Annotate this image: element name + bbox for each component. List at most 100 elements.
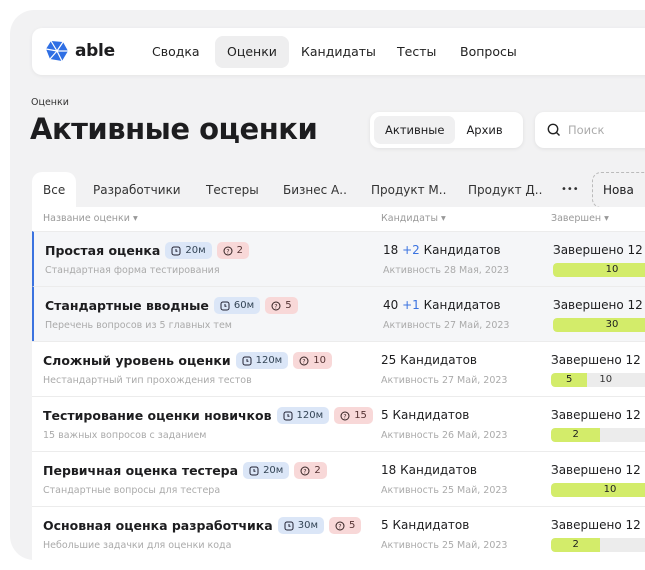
tab-product-m[interactable]: Продукт М.. — [360, 172, 457, 208]
table-row[interactable]: Сложный уровень оценки 120м ? 10 Нестанда… — [32, 341, 645, 396]
duration-badge: 20м — [165, 242, 212, 259]
duration-badge: 120м — [276, 407, 330, 424]
questions-badge: ? 2 — [294, 462, 327, 479]
progress-fill: 2 — [551, 428, 601, 442]
duration-badge: 120м — [235, 352, 289, 369]
brand-name: able — [75, 41, 115, 61]
progress-fill: 10 — [553, 263, 645, 277]
clock-icon — [283, 411, 293, 420]
assessment-name: Основная оценка разработчика 30м ? 5 — [43, 517, 362, 534]
activity-date: Активность 26 Май, 2023 — [381, 430, 508, 441]
nav-assessments[interactable]: Оценки — [215, 36, 289, 68]
progress-bar: 2 — [551, 538, 645, 552]
clock-icon — [242, 356, 252, 365]
svg-text:?: ? — [275, 303, 278, 310]
question-icon: ? — [335, 521, 345, 530]
progress-bar: 5 10 — [551, 373, 645, 387]
category-tabs: Все Разработчики Тестеры Бизнес А.. Прод… — [32, 172, 645, 208]
completed-label: Завершено 12 — [553, 298, 643, 312]
svg-text:?: ? — [338, 523, 341, 530]
progress-fill: 5 — [551, 373, 588, 387]
progress-rest — [600, 428, 612, 442]
progress-bar: 30 — [553, 318, 645, 332]
duration-badge: 20м — [243, 462, 290, 479]
assessment-description: Стандартные вопросы для тестера — [43, 485, 221, 496]
assessment-description: Стандартная форма тестирования — [45, 265, 220, 276]
progress-bar: 2 — [551, 428, 645, 442]
assessment-description: Перечень вопросов из 5 главных тем — [45, 320, 232, 331]
question-icon: ? — [299, 356, 309, 365]
table-row[interactable]: Простая оценка 20м ? 2 Стандартная форма … — [32, 231, 645, 286]
progress-fill: 10 — [551, 483, 645, 497]
questions-badge: ? 15 — [334, 407, 373, 424]
assessment-name: Простая оценка 20м ? 2 — [45, 242, 250, 259]
header-candidates[interactable]: Кандидаты ▾ — [381, 213, 446, 224]
new-tab-button[interactable]: Нова — [592, 172, 645, 208]
app-window: able Сводка Оценки Кандидаты Тесты Вопро… — [10, 10, 645, 560]
table-row[interactable]: Тестирование оценки новичков 120м ? 15 15… — [32, 396, 645, 451]
progress-bar: 10 — [553, 263, 645, 277]
candidates-count: 40 +1 Кандидатов — [383, 298, 501, 312]
questions-badge: ? 5 — [329, 517, 362, 534]
candidates-count: 5 Кандидатов — [381, 408, 470, 422]
question-icon: ? — [223, 246, 233, 255]
questions-badge: ? 5 — [265, 297, 298, 314]
assessment-description: 15 важных вопросов с заданием — [43, 430, 207, 441]
logo[interactable]: able — [45, 39, 115, 63]
more-tabs-icon[interactable]: ••• — [550, 172, 590, 208]
toggle-archive[interactable]: Архив — [455, 116, 513, 144]
activity-date: Активность 28 Мая, 2023 — [383, 265, 510, 276]
candidates-count: 18 +2 Кандидатов — [383, 243, 501, 257]
tab-product-d[interactable]: Продукт Д.. — [457, 172, 553, 208]
progress-rest — [600, 538, 612, 552]
nav-questions[interactable]: Вопросы — [448, 36, 529, 68]
duration-badge: 30м — [277, 517, 324, 534]
activity-date: Активность 25 Май, 2023 — [381, 485, 508, 496]
table-row[interactable]: Стандартные вводные 60м ? 5 Перечень вопр… — [32, 286, 645, 341]
questions-badge: ? 2 — [216, 242, 250, 259]
svg-text:?: ? — [303, 358, 306, 365]
assessments-table: Название оценки ▾ Кандидаты ▾ Завершен ▾… — [32, 207, 645, 560]
candidates-count: 25 Кандидатов — [381, 353, 477, 367]
activity-date: Активность 27 Май, 2023 — [383, 320, 510, 331]
progress-fill: 2 — [551, 538, 601, 552]
tab-business[interactable]: Бизнес А.. — [272, 172, 358, 208]
questions-badge: ? 10 — [293, 352, 332, 369]
top-nav: able Сводка Оценки Кандидаты Тесты Вопро… — [32, 28, 645, 75]
tab-developers[interactable]: Разработчики — [82, 172, 192, 208]
activity-date: Активность 25 Май, 2023 — [381, 540, 508, 551]
progress-fill: 30 — [553, 318, 645, 332]
breadcrumb[interactable]: Оценки — [31, 97, 69, 108]
completed-label: Завершено 12 — [553, 243, 643, 257]
nav-tests[interactable]: Тесты — [385, 36, 448, 68]
question-icon: ? — [271, 301, 281, 310]
status-toggle: Активные Архив — [370, 112, 523, 148]
assessment-name: Первичная оценка тестера 20м ? 2 — [43, 462, 327, 479]
header-completed[interactable]: Завершен ▾ — [551, 213, 609, 224]
search-input[interactable]: Поиск — [535, 112, 645, 148]
completed-label: Завершено 12 — [551, 353, 641, 367]
candidates-count: 18 Кандидатов — [381, 463, 477, 477]
nav-summary[interactable]: Сводка — [140, 36, 212, 68]
clock-icon — [171, 246, 181, 255]
toggle-active[interactable]: Активные — [374, 116, 456, 144]
tab-testers[interactable]: Тестеры — [195, 172, 270, 208]
tab-all[interactable]: Все — [32, 172, 77, 208]
svg-text:?: ? — [226, 248, 229, 255]
header-name[interactable]: Название оценки ▾ — [43, 213, 138, 224]
progress-rest: 10 — [599, 374, 613, 385]
clock-icon — [249, 466, 259, 475]
search-placeholder: Поиск — [568, 123, 605, 137]
nav-candidates[interactable]: Кандидаты — [289, 36, 388, 68]
completed-label: Завершено 12 — [551, 463, 641, 477]
clock-icon — [220, 301, 230, 310]
table-row[interactable]: Первичная оценка тестера 20м ? 2 Стандарт… — [32, 451, 645, 506]
page-title: Активные оценки — [30, 112, 318, 146]
assessment-description: Нестандартный тип прохождения тестов — [43, 375, 252, 386]
table-row[interactable]: Основная оценка разработчика 30м ? 5 Небо… — [32, 506, 645, 560]
question-icon: ? — [340, 411, 350, 420]
completed-label: Завершено 12 — [551, 518, 641, 532]
assessment-name: Сложный уровень оценки 120м ? 10 — [43, 352, 332, 369]
logo-icon — [45, 40, 68, 62]
duration-badge: 60м — [213, 297, 261, 314]
